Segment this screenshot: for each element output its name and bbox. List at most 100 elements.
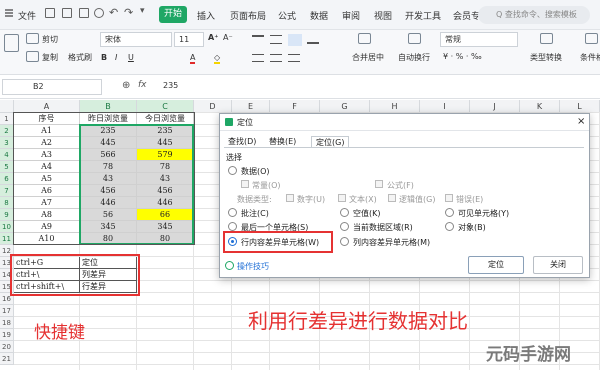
tab-start[interactable]: 开始 — [159, 6, 187, 23]
row-header[interactable]: 2 — [0, 125, 14, 137]
tips-link[interactable]: 操作技巧 — [237, 261, 269, 272]
print-icon[interactable] — [79, 8, 89, 18]
check-error[interactable] — [445, 194, 453, 202]
table-cell[interactable]: 80 — [137, 233, 194, 245]
table-cell[interactable]: 78 — [137, 161, 194, 173]
table-cell[interactable]: 235 — [137, 125, 194, 137]
align-left-icon[interactable] — [252, 54, 264, 62]
radio-objects[interactable] — [445, 222, 454, 231]
row-header[interactable]: 8 — [0, 197, 14, 209]
tab-replace[interactable]: 替换(E) — [269, 136, 296, 147]
radio-data[interactable] — [228, 166, 237, 175]
paste-icon[interactable] — [4, 34, 19, 52]
type-convert-icon[interactable] — [540, 33, 553, 44]
cut-button[interactable]: 剪切 — [42, 34, 58, 45]
row-header[interactable]: 11 — [0, 233, 14, 245]
number-format-select[interactable]: 常规 — [440, 32, 518, 47]
table-cell[interactable]: 78 — [80, 161, 137, 173]
copy-button[interactable]: 复制 — [42, 52, 58, 63]
table-cell[interactable]: 445 — [137, 137, 194, 149]
font-grow-icon[interactable]: A⁺ — [208, 33, 218, 42]
formula-input[interactable]: 235 — [163, 81, 178, 90]
radio-col-diff[interactable] — [340, 237, 349, 246]
row-header[interactable]: 17 — [0, 305, 14, 317]
font-name-select[interactable]: 宋体 — [100, 32, 172, 47]
font-shrink-icon[interactable]: A⁻ — [223, 33, 233, 42]
auto-wrap-icon[interactable] — [408, 33, 421, 44]
row-header[interactable]: 4 — [0, 149, 14, 161]
table-header-cell[interactable]: 昨日浏览量 — [80, 113, 137, 125]
format-painter-button[interactable]: 格式刷 — [68, 52, 92, 63]
table-cell[interactable]: A9 — [14, 221, 80, 233]
row-header[interactable]: 5 — [0, 161, 14, 173]
goto-ok-button[interactable]: 定位 — [468, 256, 524, 274]
table-header-cell[interactable]: 今日浏览量 — [137, 113, 194, 125]
row-header[interactable]: 3 — [0, 137, 14, 149]
underline-icon[interactable]: U — [128, 53, 134, 62]
row-header[interactable]: 7 — [0, 185, 14, 197]
row-header[interactable]: 13 — [0, 257, 14, 269]
shortcut-desc[interactable]: 定位 — [80, 257, 137, 269]
align-bottom-icon[interactable] — [307, 35, 319, 44]
table-cell[interactable]: 445 — [80, 137, 137, 149]
shortcut-key[interactable]: ctrl+\ — [14, 269, 80, 281]
shortcut-key[interactable]: ctrl+shift+\ — [14, 281, 80, 293]
tab-dev-tools[interactable]: 开发工具 — [405, 9, 441, 22]
radio-blank[interactable] — [340, 208, 349, 217]
tab-insert[interactable]: 插入 — [197, 9, 215, 22]
fill-color-icon[interactable]: ◇ — [214, 53, 221, 64]
tab-view[interactable]: 视图 — [374, 9, 392, 22]
radio-row-diff[interactable] — [228, 237, 237, 246]
merge-center-button[interactable]: 合并居中 — [352, 52, 384, 63]
row-header[interactable]: 16 — [0, 293, 14, 305]
undo-icon[interactable]: ↶ — [109, 6, 118, 19]
menu-file[interactable]: 文件 — [18, 9, 36, 22]
table-cell[interactable]: 456 — [80, 185, 137, 197]
align-center-icon[interactable] — [288, 34, 302, 46]
row-header[interactable]: 1 — [0, 113, 14, 125]
row-header[interactable]: 10 — [0, 221, 14, 233]
row-header[interactable]: 14 — [0, 269, 14, 281]
copy-icon[interactable] — [26, 51, 39, 62]
table-cell[interactable]: 345 — [137, 221, 194, 233]
shortcut-desc[interactable]: 行差异 — [80, 281, 137, 293]
tab-page-layout[interactable]: 页面布局 — [230, 9, 266, 22]
row-header[interactable]: 21 — [0, 353, 14, 365]
type-convert-button[interactable]: 类型转换 — [530, 52, 562, 63]
align-hcenter-icon[interactable] — [270, 54, 282, 62]
table-cell[interactable]: 66 — [137, 209, 194, 221]
row-header[interactable]: 18 — [0, 317, 14, 329]
radio-comment[interactable] — [228, 208, 237, 217]
row-header[interactable]: 20 — [0, 341, 14, 353]
cut-icon[interactable] — [26, 33, 39, 44]
more-icon[interactable]: ▾ — [140, 6, 145, 16]
bold-icon[interactable]: B — [101, 53, 107, 62]
align-right-icon[interactable] — [288, 54, 300, 62]
table-cell[interactable]: 456 — [137, 185, 194, 197]
select-all-corner[interactable] — [0, 100, 14, 113]
align-middle-icon[interactable] — [270, 35, 282, 44]
table-header-cell[interactable]: 序号 — [14, 113, 80, 125]
table-cell[interactable]: 579 — [137, 149, 194, 161]
row-header[interactable]: 19 — [0, 329, 14, 341]
tab-find[interactable]: 查找(D) — [228, 136, 256, 147]
tab-member[interactable]: 会员专 — [453, 9, 480, 22]
table-cell[interactable]: A6 — [14, 185, 80, 197]
check-text[interactable] — [338, 194, 346, 202]
check-number[interactable] — [286, 194, 294, 202]
dialog-close-icon[interactable]: × — [577, 116, 585, 127]
auto-wrap-button[interactable]: 自动换行 — [398, 52, 430, 63]
table-cell[interactable]: A5 — [14, 173, 80, 185]
table-cell[interactable]: A7 — [14, 197, 80, 209]
radio-current-region[interactable] — [340, 222, 349, 231]
close-button[interactable]: 关闭 — [533, 256, 583, 274]
table-cell[interactable]: 80 — [80, 233, 137, 245]
radio-last-cell[interactable] — [228, 222, 237, 231]
radio-visible[interactable] — [445, 208, 454, 217]
check-constant[interactable] — [241, 180, 249, 188]
font-color-icon[interactable]: A — [190, 53, 196, 64]
table-cell[interactable]: A10 — [14, 233, 80, 245]
table-cell[interactable]: A1 — [14, 125, 80, 137]
table-cell[interactable]: 43 — [137, 173, 194, 185]
table-cell[interactable]: 566 — [80, 149, 137, 161]
